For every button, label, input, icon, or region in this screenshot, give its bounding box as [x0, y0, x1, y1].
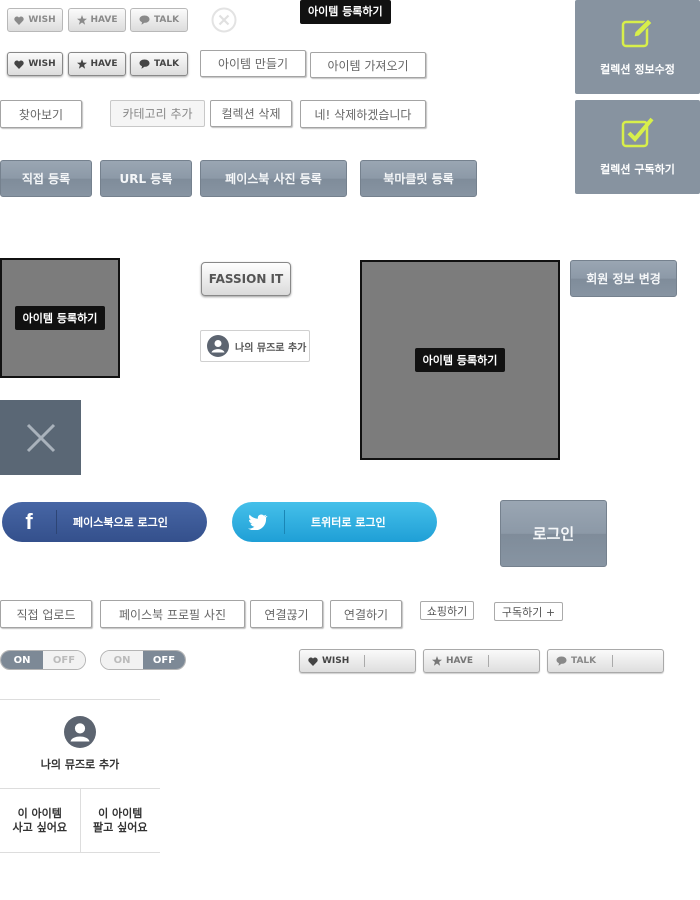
bookmarklet-register-button[interactable]: 북마클릿 등록	[360, 160, 477, 197]
url-register-button[interactable]: URL 등록	[100, 160, 192, 197]
toggle-off[interactable]: ON OFF	[100, 650, 186, 670]
wish-button-light[interactable]: WISH	[7, 8, 63, 32]
toggle-on-label: ON	[101, 651, 143, 669]
star-icon	[76, 59, 87, 69]
item-photo-large[interactable]: 아이템 등록하기	[360, 260, 560, 460]
have-label: HAVE	[90, 15, 118, 25]
direct-register-button[interactable]: 직접 등록	[0, 160, 92, 197]
have-button-dark[interactable]: HAVE	[68, 52, 126, 76]
add-category-button[interactable]: 카테고리 추가	[110, 100, 205, 127]
twitter-bird-icon	[232, 510, 285, 534]
wish-button-dark[interactable]: WISH	[7, 52, 63, 76]
make-item-button[interactable]: 아이템 만들기	[200, 50, 306, 77]
facebook-login-label: 페이스북으로 로그인	[73, 516, 168, 529]
toggle-off-label: OFF	[143, 651, 185, 669]
talk-bar[interactable]: TALK	[547, 649, 664, 673]
sell-line1: 이 아이템	[98, 807, 143, 820]
browse-button[interactable]: 찾아보기	[0, 100, 82, 128]
twitter-login-button[interactable]: 트위터로 로그인	[232, 502, 437, 542]
sell-line2: 팔고 싶어요	[93, 821, 148, 834]
star-icon	[432, 656, 442, 666]
subscribe-collection-tile[interactable]: 컬렉션 구독하기	[575, 100, 700, 194]
talk-button-light[interactable]: TALK	[130, 8, 188, 32]
delete-collection-button[interactable]: 컬렉션 삭제	[210, 100, 292, 127]
subscribe-plus-button[interactable]: 구독하기 +	[494, 602, 563, 621]
wish-label: WISH	[28, 59, 56, 69]
fassion-it-button[interactable]: FASSION IT	[201, 262, 291, 296]
speech-bubble-icon	[139, 15, 150, 25]
item-photo-small[interactable]: 아이템 등록하기	[0, 258, 120, 378]
import-item-button[interactable]: 아이템 가져오기	[310, 52, 426, 78]
edit-collection-info-tile[interactable]: 컬렉션 정보수정	[575, 0, 700, 94]
speech-bubble-icon	[139, 59, 150, 69]
have-label: HAVE	[90, 59, 118, 69]
register-item-tooltip: 아이템 등록하기	[300, 0, 391, 24]
want-to-buy-button[interactable]: 이 아이템 사고 싶어요	[0, 789, 81, 853]
add-muse-button-small[interactable]: 나의 뮤즈로 추가	[200, 330, 310, 362]
connect-button[interactable]: 연결하기	[330, 600, 402, 628]
toggle-on-label: ON	[1, 651, 43, 669]
facebook-photo-register-button[interactable]: 페이스북 사진 등록	[200, 160, 347, 197]
pencil-edit-icon	[621, 18, 653, 48]
heart-icon	[14, 16, 25, 25]
want-to-sell-button[interactable]: 이 아이템 팔고 싶어요	[81, 789, 161, 853]
confirm-delete-button[interactable]: 네! 삭제하겠습니다	[300, 100, 426, 128]
login-button[interactable]: 로그인	[500, 500, 607, 567]
member-info-change-button[interactable]: 회원 정보 변경	[570, 260, 677, 297]
wish-bar-label: WISH	[322, 656, 350, 666]
talk-label: TALK	[153, 59, 180, 69]
subscribe-collection-label: 컬렉션 구독하기	[600, 163, 675, 176]
wish-bar[interactable]: WISH	[299, 649, 416, 673]
heart-icon	[308, 657, 318, 666]
photo-register-label-small: 아이템 등록하기	[14, 306, 106, 330]
shopping-button[interactable]: 쇼핑하기	[420, 601, 474, 620]
user-icon	[64, 716, 96, 748]
talk-button-dark[interactable]: TALK	[130, 52, 188, 76]
user-icon	[207, 335, 229, 357]
star-icon	[76, 15, 87, 25]
close-x-icon[interactable]	[0, 400, 81, 475]
close-circle-icon[interactable]	[211, 7, 237, 33]
toggle-off-label: OFF	[43, 651, 85, 669]
twitter-login-label: 트위터로 로그인	[311, 516, 386, 529]
have-button-light[interactable]: HAVE	[68, 8, 126, 32]
checkbox-check-icon	[621, 117, 654, 148]
talk-bar-label: TALK	[571, 656, 597, 666]
add-muse-label-small: 나의 뮤즈로 추가	[235, 342, 307, 354]
heart-icon	[14, 60, 25, 69]
fassion-it-label: FASSION IT	[208, 272, 284, 286]
buy-line1: 이 아이템	[17, 807, 62, 820]
disconnect-button[interactable]: 연결끊기	[250, 600, 323, 628]
facebook-f-icon: f	[2, 509, 57, 534]
direct-upload-button[interactable]: 직접 업로드	[0, 600, 92, 628]
toggle-on[interactable]: ON OFF	[0, 650, 86, 670]
wish-label: WISH	[28, 15, 56, 25]
facebook-login-button[interactable]: f 페이스북으로 로그인	[2, 502, 207, 542]
have-bar-label: HAVE	[446, 656, 473, 666]
talk-label: TALK	[153, 15, 180, 25]
buy-line2: 사고 싶어요	[12, 821, 67, 834]
speech-bubble-icon	[556, 656, 567, 666]
facebook-profile-photo-button[interactable]: 페이스북 프로필 사진	[100, 600, 245, 628]
add-muse-label-large: 나의 뮤즈로 추가	[40, 758, 120, 771]
photo-register-label-large: 아이템 등록하기	[414, 348, 506, 372]
have-bar[interactable]: HAVE	[423, 649, 540, 673]
edit-collection-info-label: 컬렉션 정보수정	[600, 63, 675, 76]
add-muse-button-large[interactable]: 나의 뮤즈로 추가	[0, 700, 160, 789]
muse-panel: 나의 뮤즈로 추가 이 아이템 사고 싶어요 이 아이템 팔고 싶어요	[0, 699, 160, 853]
